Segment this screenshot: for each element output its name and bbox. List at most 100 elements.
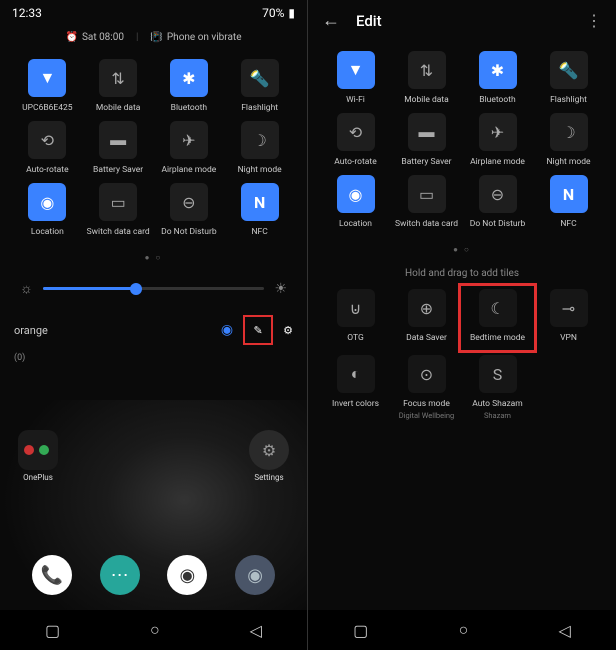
location-icon: ◉ bbox=[28, 183, 66, 221]
tile-sim[interactable]: ▭ Switch data card bbox=[85, 183, 152, 237]
nav-home-icon[interactable]: ○ bbox=[459, 620, 469, 640]
sim-icon: ▭ bbox=[408, 175, 446, 213]
dnd-icon: ⊖ bbox=[479, 175, 517, 213]
phone-app-icon[interactable]: 📞 bbox=[32, 555, 72, 595]
page-dots[interactable]: ● ○ bbox=[0, 247, 307, 268]
app-settings[interactable]: ⚙ Settings bbox=[249, 430, 289, 482]
tile-bluetooth[interactable]: ✱Bluetooth bbox=[464, 51, 531, 105]
tile-label: Auto-rotate bbox=[334, 157, 376, 167]
tile-moon[interactable]: ☽Night mode bbox=[226, 121, 293, 175]
alarm-info[interactable]: ⏰ Sat 08:00 bbox=[65, 32, 123, 43]
page-dots[interactable]: ● ○ bbox=[308, 239, 616, 260]
tile-flashlight[interactable]: 🔦Flashlight bbox=[226, 59, 293, 113]
flashlight-icon: 🔦 bbox=[241, 59, 279, 97]
tile-sim[interactable]: ▭Switch data card bbox=[393, 175, 460, 229]
tile-bluetooth[interactable]: ✱Bluetooth bbox=[156, 59, 223, 113]
tile-label: Auto Shazam bbox=[472, 399, 523, 409]
tile-battery[interactable]: ▬Battery Saver bbox=[393, 113, 460, 167]
tile-usb[interactable]: ⊍OTG bbox=[322, 289, 389, 347]
brightness-high-icon: ☀ bbox=[274, 281, 287, 297]
tile-focus[interactable]: ⊙Focus modeDigital Wellbeing bbox=[393, 355, 460, 420]
tile-nfc[interactable]: N NFC bbox=[226, 183, 293, 237]
tile-location[interactable]: ◉ Location bbox=[14, 183, 81, 237]
quicksettings-screen: 12:33 70% ▮ ⏰ Sat 08:00 | 📳 Phone on vib… bbox=[0, 0, 308, 650]
tile-airplane[interactable]: ✈Airplane mode bbox=[464, 113, 531, 167]
tile-vpn[interactable]: ⊸VPN bbox=[535, 289, 602, 347]
tile-dnd[interactable]: ⊖Do Not Disturb bbox=[156, 183, 223, 237]
nav-back-icon[interactable]: ◁ bbox=[559, 621, 571, 640]
tile-invert[interactable]: ◐ Invert colors bbox=[322, 355, 389, 420]
tile-label: Switch data card bbox=[87, 227, 150, 237]
tile-rotate[interactable]: ⟲Auto-rotate bbox=[14, 121, 81, 175]
tile-label: VPN bbox=[560, 333, 577, 343]
header-info: ⏰ Sat 08:00 | 📳 Phone on vibrate bbox=[0, 26, 307, 49]
tile-label: Invert colors bbox=[332, 399, 379, 409]
user-icon[interactable]: ◉ bbox=[221, 322, 233, 338]
tile-nfc[interactable]: NNFC bbox=[535, 175, 602, 229]
tile-label: Location bbox=[31, 227, 64, 237]
messages-app-icon[interactable]: ⋯ bbox=[100, 555, 140, 595]
tile-rotate[interactable]: ⟲Auto-rotate bbox=[322, 113, 389, 167]
app-oneplus[interactable]: OnePlus bbox=[18, 430, 58, 482]
tile-label: Do Not Disturb bbox=[161, 227, 217, 237]
tile-battery[interactable]: ▬ Battery Saver bbox=[85, 121, 152, 175]
more-icon[interactable]: ⋮ bbox=[586, 11, 602, 30]
chrome-app-icon[interactable]: ◉ bbox=[167, 555, 207, 595]
wifi-icon: ▼ bbox=[28, 59, 66, 97]
carrier-label: orange bbox=[14, 324, 48, 337]
tile-label: NFC bbox=[251, 227, 267, 237]
airplane-icon: ✈ bbox=[479, 113, 517, 151]
tile-wifi[interactable]: ▼UPC6B6E425 bbox=[14, 59, 81, 113]
tile-label: Battery Saver bbox=[401, 157, 451, 167]
tile-label: OTG bbox=[347, 333, 363, 343]
tile-flashlight[interactable]: 🔦Flashlight bbox=[535, 51, 602, 105]
dock: 📞 ⋯ ◉ ◉ bbox=[0, 555, 307, 595]
airplane-icon: ✈ bbox=[170, 121, 208, 159]
brightness-slider[interactable]: ☼ ☀ bbox=[0, 268, 307, 309]
edit-tiles-screen: ← Edit ⋮ ▼Wi-Fi⇅Mobile data✱Bluetooth🔦Fl… bbox=[308, 0, 616, 650]
slider-track[interactable] bbox=[43, 287, 265, 290]
invert-icon: ◐ bbox=[337, 355, 375, 393]
edit-icon[interactable]: ✎ bbox=[254, 324, 263, 337]
edit-button-highlight: ✎ bbox=[243, 315, 273, 345]
tile-swap[interactable]: ⇅Mobile data bbox=[393, 51, 460, 105]
tile-bedtime[interactable]: ☾Bedtime mode bbox=[464, 289, 531, 347]
tile-swap[interactable]: ⇅ Mobile data bbox=[85, 59, 152, 113]
clock: 12:33 bbox=[12, 6, 42, 20]
sim-icon: ▭ bbox=[99, 183, 137, 221]
settings-icon[interactable]: ⚙ bbox=[283, 324, 293, 337]
slider-thumb[interactable] bbox=[130, 283, 142, 295]
shazam-icon: S bbox=[479, 355, 517, 393]
tile-label: Wi-Fi bbox=[346, 95, 365, 105]
tile-location[interactable]: ◉Location bbox=[322, 175, 389, 229]
tile-dnd[interactable]: ⊖ Do Not Disturb bbox=[464, 175, 531, 229]
statusbar: 12:33 70% ▮ bbox=[0, 0, 307, 26]
nav-recents-icon[interactable]: ▢ bbox=[45, 621, 60, 640]
extra-tile-grid: ⊍OTG⊕Data Saver☾Bedtime mode⊸VPN ◐ Invert … bbox=[308, 279, 616, 430]
battery-icon: ▬ bbox=[99, 121, 137, 159]
tile-shazam[interactable]: SAuto ShazamShazam bbox=[464, 355, 531, 420]
tile-label: Mobile data bbox=[96, 103, 141, 113]
tile-moon[interactable]: ☽Night mode bbox=[535, 113, 602, 167]
camera-app-icon[interactable]: ◉ bbox=[235, 555, 275, 595]
tile-label: Battery Saver bbox=[93, 165, 143, 175]
tile-label: Mobile data bbox=[404, 95, 449, 105]
nav-back-icon[interactable]: ◁ bbox=[250, 621, 262, 640]
nfc-icon: N bbox=[241, 183, 279, 221]
tile-label: Do Not Disturb bbox=[470, 219, 526, 229]
vibrate-info[interactable]: 📳 Phone on vibrate bbox=[150, 32, 241, 43]
moon-icon: ☽ bbox=[241, 121, 279, 159]
tile-label: Bedtime mode bbox=[470, 333, 525, 343]
tile-label: Auto-rotate bbox=[26, 165, 68, 175]
tile-label: Location bbox=[339, 219, 372, 229]
bluetooth-icon: ✱ bbox=[479, 51, 517, 89]
tile-wifi[interactable]: ▼Wi-Fi bbox=[322, 51, 389, 105]
nav-home-icon[interactable]: ○ bbox=[150, 620, 160, 640]
drag-hint: Hold and drag to add tiles bbox=[308, 268, 616, 279]
nav-recents-icon[interactable]: ▢ bbox=[353, 621, 368, 640]
tile-datasaver[interactable]: ⊕Data Saver bbox=[393, 289, 460, 347]
swap-icon: ⇅ bbox=[99, 59, 137, 97]
tile-airplane[interactable]: ✈Airplane mode bbox=[156, 121, 223, 175]
tile-label: Data Saver bbox=[406, 333, 447, 343]
back-icon[interactable]: ← bbox=[322, 10, 340, 31]
